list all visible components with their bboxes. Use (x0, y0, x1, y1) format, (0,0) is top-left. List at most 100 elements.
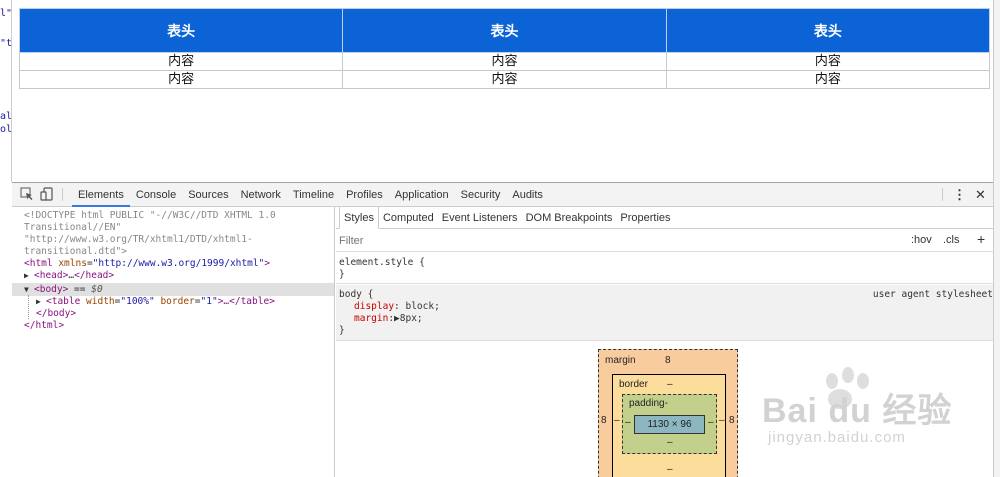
tab-security[interactable]: Security (455, 183, 507, 207)
tab-elements[interactable]: Elements (72, 183, 130, 207)
devtools-toolbar: Elements Console Sources Network Timelin… (12, 183, 993, 207)
element-style-rule: element.style { } (336, 253, 993, 284)
page-preview: 表头 表头 表头 内容 内容 内容 内容 内容 内容 (12, 0, 993, 182)
subtab-dom-breakpoints[interactable]: DOM Breakpoints (522, 207, 617, 229)
rule-close-brace: } (339, 269, 345, 280)
box-model-content[interactable]: 1130 × 96 (634, 415, 705, 434)
editor-fragment-strip: l" "t al ol (0, 0, 12, 182)
demo-table: 表头 表头 表头 内容 内容 内容 内容 内容 内容 (18, 8, 991, 89)
css-property: display (354, 301, 395, 312)
doctype-line[interactable]: Transitional//EN" (24, 222, 121, 234)
rule-selector[interactable]: body { (339, 289, 373, 301)
subtab-computed[interactable]: Computed (379, 207, 438, 229)
tab-console[interactable]: Console (130, 183, 182, 207)
margin-left-value[interactable]: 8 (601, 415, 607, 426)
box-model-padding[interactable]: padding- – – – 1130 × 96 (622, 394, 717, 454)
table-node[interactable]: ▶ <table width="100%" border="1">…</table… (36, 296, 275, 308)
table-header-cell: 表头 (342, 8, 667, 53)
body-close-tag[interactable]: </body> (36, 308, 76, 320)
padding-bottom-value[interactable]: – (667, 437, 673, 448)
device-mode-icon[interactable] (40, 187, 54, 201)
css-value: :▶8px; (388, 313, 423, 324)
border-top-value[interactable]: – (667, 379, 673, 390)
head-node[interactable]: ▶ <head>…</head> (24, 270, 114, 282)
elements-tree: <!DOCTYPE html PUBLIC "-//W3C//DTD XHTML… (12, 207, 335, 477)
attr-value: "100%" (120, 296, 155, 307)
tag-text: <head> (34, 270, 69, 281)
fragment-line: ol (0, 124, 12, 135)
border-left-value[interactable]: – (614, 415, 620, 426)
tab-audits[interactable]: Audits (506, 183, 549, 207)
tag-text: <html (24, 258, 59, 269)
expand-triangle-icon[interactable]: ▶ (24, 270, 34, 282)
class-toggle[interactable]: .cls (943, 234, 960, 246)
attr-value: "1" (200, 296, 218, 307)
tag-text: > (264, 258, 270, 269)
screenshot-root: l" "t al ol 表头 表头 表头 内容 内容 内容 内容 内容 内容 E… (0, 0, 1000, 477)
margin-top-value[interactable]: 8 (665, 355, 671, 366)
table-header-cell: 表头 (665, 8, 991, 53)
box-model-border[interactable]: border – – – – padding- – – – 1130 × 96 (612, 374, 726, 477)
rule-close-brace: } (339, 325, 345, 336)
subtab-styles[interactable]: Styles (339, 207, 379, 229)
tab-network[interactable]: Network (235, 183, 287, 207)
margin-right-value[interactable]: 8 (729, 415, 735, 426)
rule-selector[interactable]: element.style { (339, 257, 425, 269)
subtab-event-listeners[interactable]: Event Listeners (438, 207, 522, 229)
doctype-line[interactable]: <!DOCTYPE html PUBLIC "-//W3C//DTD XHTML… (24, 210, 276, 222)
margin-label: margin (605, 355, 636, 366)
styles-pane: Styles Computed Event Listeners DOM Brea… (336, 207, 993, 477)
subtab-properties[interactable]: Properties (616, 207, 674, 229)
table-header-cell: 表头 (18, 8, 344, 53)
border-right-value[interactable]: – (719, 415, 725, 426)
table-cell: 内容 (342, 70, 667, 89)
toolbar-divider (62, 188, 63, 201)
doctype-line[interactable]: "http://www.w3.org/TR/xhtml1/DTD/xhtml1- (24, 234, 253, 246)
body-node[interactable]: ▼ <body> == $0 (24, 284, 103, 296)
padding-right-value[interactable]: – (708, 417, 714, 428)
table-row: 内容 内容 内容 (18, 52, 991, 71)
border-bottom-value[interactable]: – (667, 464, 673, 475)
padding-left-value[interactable]: – (625, 417, 631, 428)
fragment-line: l" (0, 8, 12, 19)
table-cell: 内容 (18, 70, 344, 89)
collapse-triangle-icon[interactable]: ▼ (24, 284, 34, 296)
attr-name: xmlns (58, 258, 87, 269)
styles-subtabs: Styles Computed Event Listeners DOM Brea… (336, 207, 993, 229)
ua-stylesheet-label: user agent stylesheet (872, 289, 993, 300)
box-model-diagram: margin 8 8 8 border – – – – padding- – – (598, 349, 738, 477)
body-ua-rule: body { user agent stylesheet display: bl… (336, 285, 993, 341)
table-cell: 内容 (665, 52, 991, 71)
kebab-menu-icon[interactable]: ⋮ (953, 183, 966, 207)
tab-timeline[interactable]: Timeline (287, 183, 340, 207)
right-scroll-strip[interactable] (993, 0, 1000, 477)
fragment-line: "t (0, 38, 12, 49)
filter-input[interactable] (339, 234, 639, 248)
tab-application[interactable]: Application (389, 183, 455, 207)
table-row: 内容 内容 内容 (18, 70, 991, 89)
fragment-line: al (0, 111, 12, 122)
attr-name: border (160, 296, 195, 307)
padding-label: padding- (629, 398, 668, 409)
expand-triangle-icon[interactable]: ▶ (36, 296, 46, 308)
html-close-tag[interactable]: </html> (24, 320, 64, 332)
css-declaration[interactable]: margin:▶8px; (354, 313, 423, 325)
hover-state-toggle[interactable]: :hov (911, 234, 932, 246)
tab-sources[interactable]: Sources (182, 183, 234, 207)
tag-text: >…</table> (217, 296, 275, 307)
box-model-margin[interactable]: margin 8 8 8 border – – – – padding- – – (598, 349, 738, 477)
table-header-row: 表头 表头 表头 (18, 8, 991, 53)
tag-text: <table (46, 296, 87, 307)
close-icon[interactable]: ✕ (975, 183, 986, 207)
toolbar-divider (942, 188, 943, 201)
tab-profiles[interactable]: Profiles (340, 183, 389, 207)
html-node[interactable]: <html xmlns="http://www.w3.org/1999/xhtm… (24, 258, 270, 270)
devtools-panel: Elements Console Sources Network Timelin… (12, 182, 993, 477)
add-rule-button[interactable]: + (977, 231, 985, 247)
devtools-tabs: Elements Console Sources Network Timelin… (72, 183, 549, 207)
styles-filter-bar: :hov .cls + (336, 230, 993, 252)
tree-guide (28, 295, 29, 319)
css-declaration[interactable]: display: block; (354, 301, 440, 313)
doctype-line[interactable]: transitional.dtd"> (24, 246, 127, 258)
inspect-icon[interactable] (20, 187, 34, 201)
